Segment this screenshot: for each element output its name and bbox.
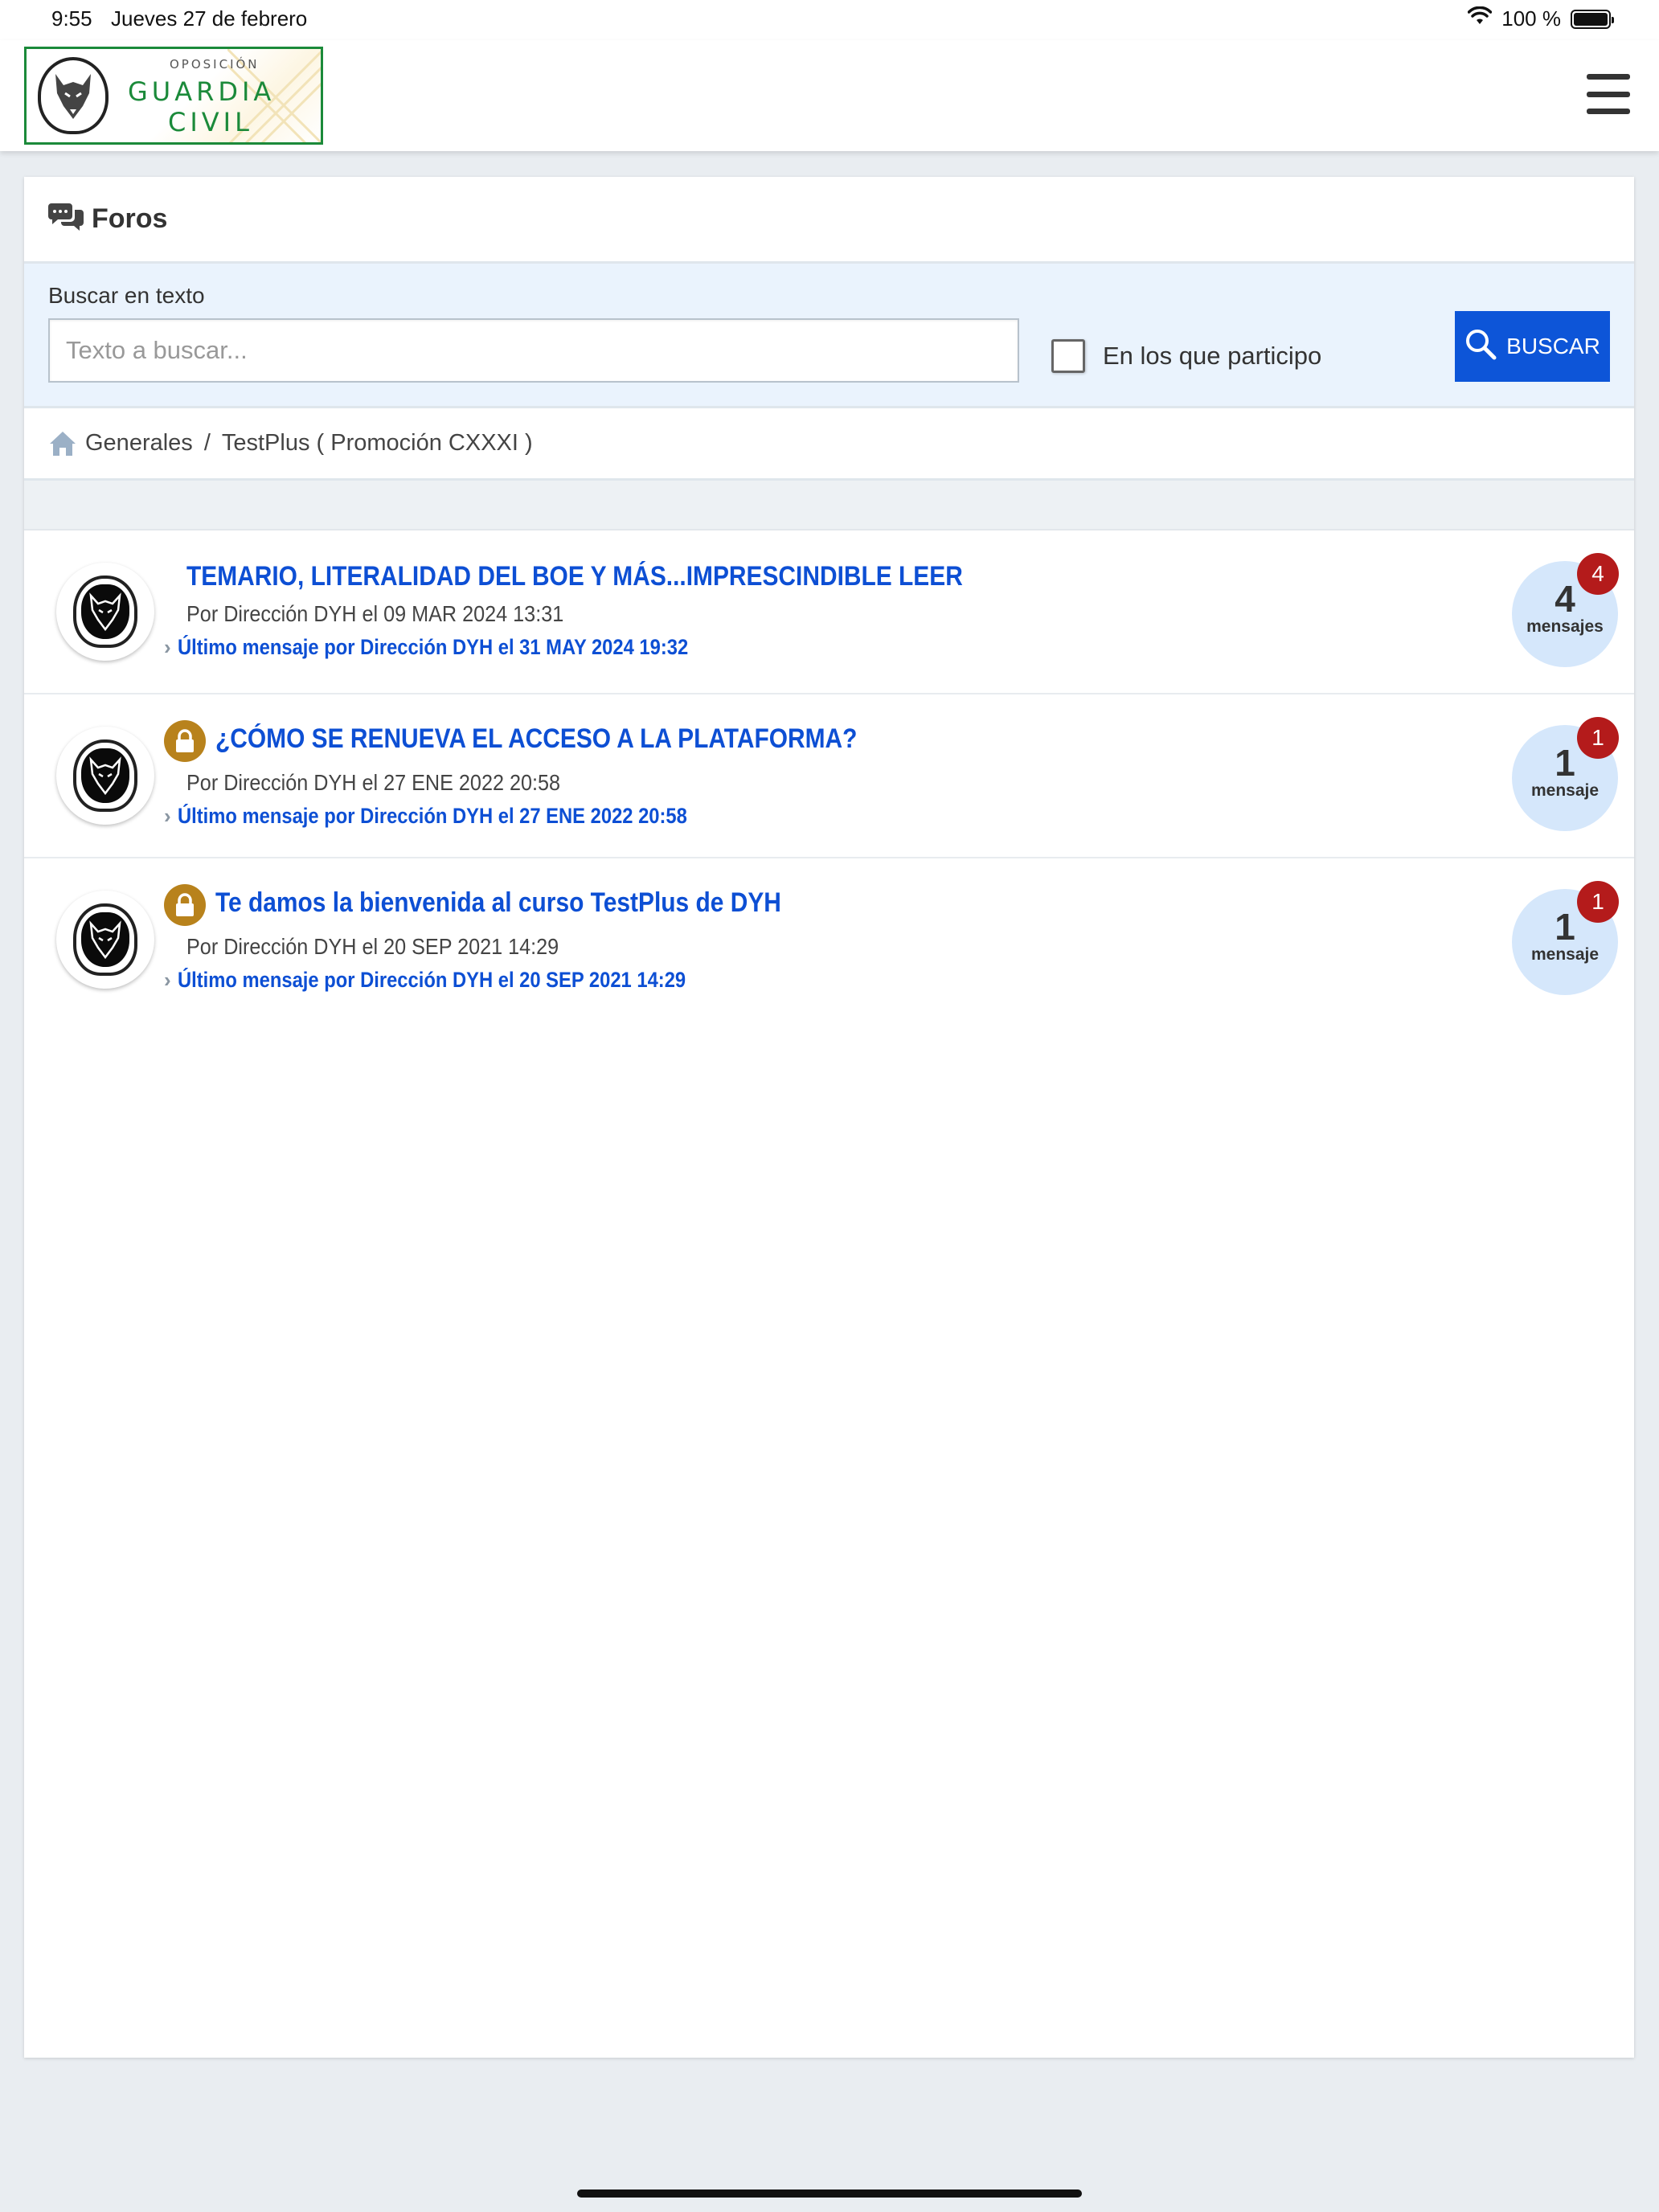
status-indicators: 100 %: [1468, 6, 1614, 31]
home-icon[interactable]: [48, 430, 77, 457]
thread-last-post[interactable]: › Último mensaje por Dirección DYH el 20…: [164, 968, 755, 993]
thread-row[interactable]: ¿CÓMO SE RENUEVA EL ACCESO A LA PLATAFOR…: [24, 694, 1634, 858]
page-header: Foros: [24, 177, 1634, 264]
forums-card: Foros Buscar en texto En los que partici…: [24, 177, 1634, 2058]
guardia-civil-logo[interactable]: OPOSICIÓN GUARDIA CIVIL: [24, 47, 323, 145]
status-bar: 9:55 Jueves 27 de febrero 100 %: [0, 0, 1659, 40]
participating-filter[interactable]: En los que participo: [1051, 339, 1321, 373]
unread-badge: 1: [1577, 717, 1619, 759]
author-avatar: [56, 727, 154, 825]
chevron-right-icon: ›: [164, 968, 171, 992]
logo-subtitle: OPOSICIÓN: [170, 57, 260, 72]
search-button[interactable]: BUSCAR: [1455, 311, 1610, 382]
battery-percentage: 100 %: [1501, 6, 1561, 31]
thread-meta: Por Dirección DYH el 20 SEP 2021 14:29: [186, 934, 559, 959]
hamburger-menu-icon[interactable]: [1587, 74, 1630, 114]
search-input[interactable]: [48, 318, 1019, 383]
breadcrumb-separator: /: [203, 430, 211, 456]
breadcrumb: Generales / TestPlus ( Promoción CXXXI ): [24, 408, 1634, 481]
lock-icon: [164, 720, 206, 762]
thread-title[interactable]: Te damos la bienvenida al curso TestPlus…: [215, 887, 781, 919]
thread-last-post[interactable]: › Último mensaje por Dirección DYH el 27…: [164, 804, 756, 829]
wolf-shield-icon: [38, 57, 109, 134]
list-header-bar: [24, 481, 1634, 530]
chevron-right-icon: ›: [164, 635, 171, 659]
logo-line-2: CIVIL: [168, 107, 253, 137]
thread-row[interactable]: TEMARIO, LITERALIDAD DEL BOE Y MÁS...IMP…: [24, 530, 1634, 694]
search-panel: Buscar en texto En los que participo BUS…: [24, 264, 1634, 408]
thread-meta: Por Dirección DYH el 27 ENE 2022 20:58: [186, 770, 561, 795]
search-label: Buscar en texto: [48, 283, 205, 308]
lock-icon: [164, 884, 206, 926]
thread-meta: Por Dirección DYH el 09 MAR 2024 13:31: [186, 601, 564, 626]
unread-badge: 1: [1577, 881, 1619, 923]
chevron-right-icon: ›: [164, 804, 171, 828]
thread-title[interactable]: TEMARIO, LITERALIDAD DEL BOE Y MÁS...IMP…: [186, 561, 963, 592]
message-count-label: mensaje: [1530, 945, 1600, 964]
home-indicator[interactable]: [577, 2189, 1082, 2198]
breadcrumb-item-generales[interactable]: Generales: [85, 430, 193, 457]
breadcrumb-item-testplus[interactable]: TestPlus ( Promoción CXXXI ): [222, 430, 533, 457]
participating-checkbox-label[interactable]: En los que participo: [1103, 342, 1321, 371]
author-avatar: [56, 891, 154, 989]
app-header: OPOSICIÓN GUARDIA CIVIL: [0, 40, 1659, 151]
logo-line-1: GUARDIA: [128, 76, 276, 107]
search-icon: [1464, 328, 1497, 366]
thread-row[interactable]: Te damos la bienvenida al curso TestPlus…: [24, 858, 1634, 1022]
search-button-label: BUSCAR: [1506, 334, 1600, 358]
message-count-label: mensaje: [1530, 781, 1600, 800]
wifi-icon: [1468, 6, 1493, 31]
author-avatar: [56, 563, 154, 661]
status-time: 9:55: [51, 6, 92, 31]
page-title: Foros: [92, 203, 168, 234]
battery-icon: [1571, 9, 1614, 29]
message-count-label: mensajes: [1526, 617, 1604, 636]
chat-bubbles-icon: [48, 202, 84, 236]
unread-badge: 4: [1577, 553, 1619, 595]
thread-last-post[interactable]: › Último mensaje por Dirección DYH el 31…: [164, 635, 758, 660]
participating-checkbox[interactable]: [1051, 339, 1085, 373]
thread-title[interactable]: ¿CÓMO SE RENUEVA EL ACCESO A LA PLATAFOR…: [215, 723, 857, 755]
status-date: Jueves 27 de febrero: [111, 6, 308, 31]
